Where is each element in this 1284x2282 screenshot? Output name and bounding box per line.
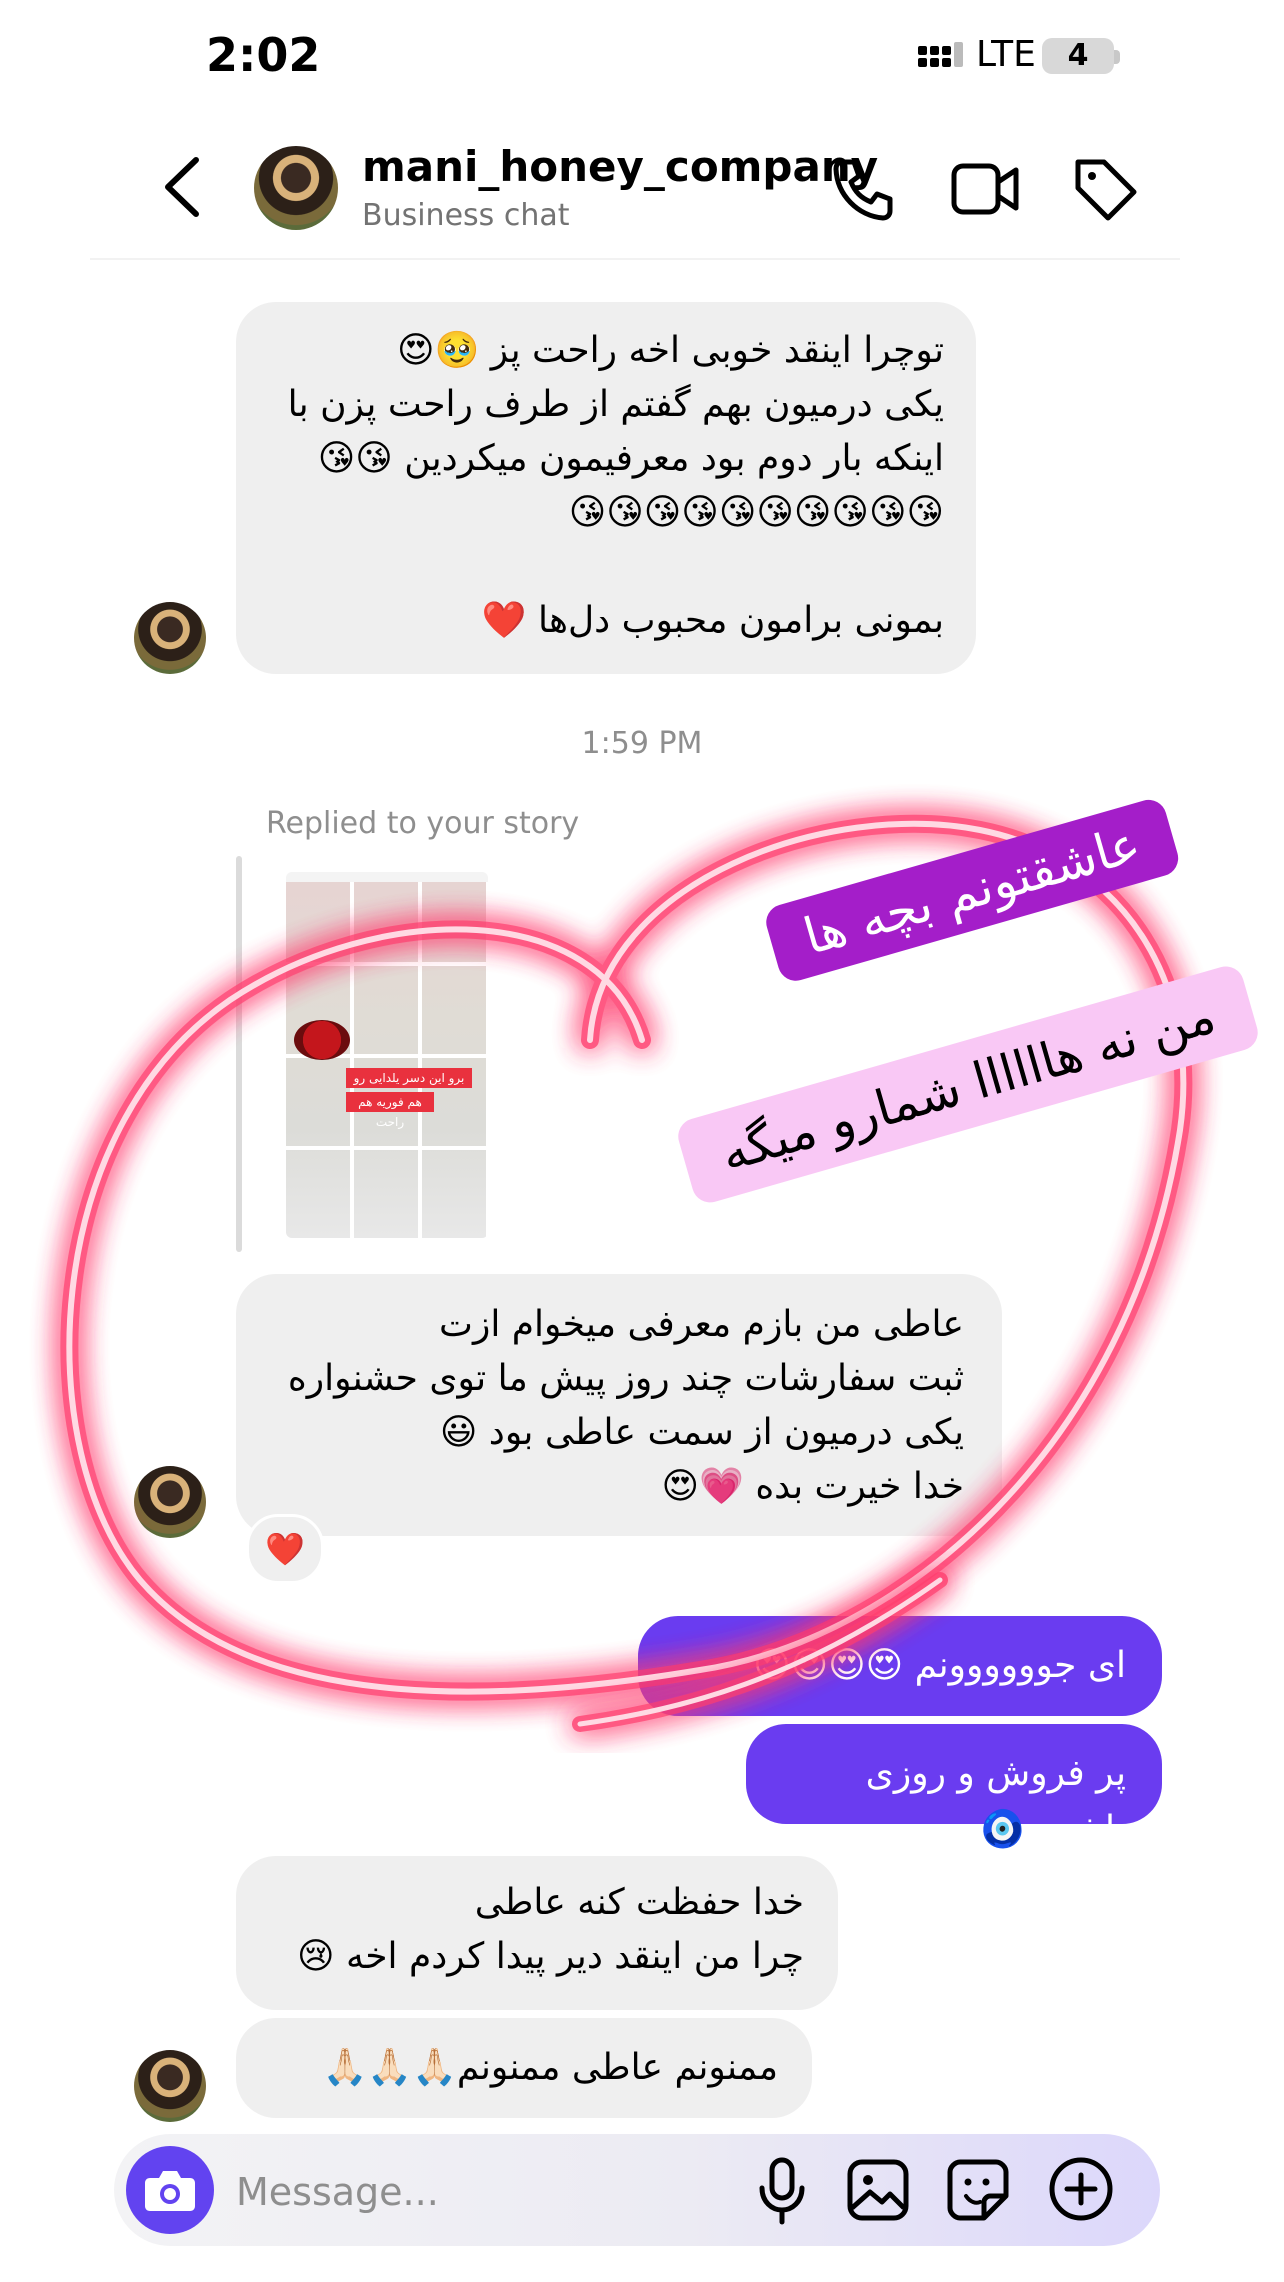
replied-to-story-label: Replied to your story — [266, 806, 580, 841]
avatar[interactable] — [254, 146, 338, 230]
outgoing-message[interactable]: پر فروش و روزی باشین 🧿 — [746, 1724, 1162, 1850]
story-dessert-image — [294, 1020, 350, 1060]
mic-icon[interactable] — [752, 2156, 812, 2226]
reply-bar — [236, 856, 242, 1252]
story-tag: برو این دسر یلدایی رو ببین اول — [346, 1068, 472, 1105]
text-sticker: عاشقتونم بچه ها — [762, 795, 1183, 985]
chat-title[interactable]: mani_honey_company — [362, 142, 878, 191]
plus-icon[interactable] — [1048, 2156, 1114, 2222]
message-input[interactable] — [234, 2160, 718, 2224]
sender-avatar[interactable] — [134, 1466, 206, 1538]
camera-icon — [145, 2171, 195, 2211]
text-sticker: من نه هاااااا شمارو میگه — [674, 962, 1262, 1207]
video-icon[interactable] — [950, 154, 1020, 224]
phone-icon[interactable] — [828, 154, 898, 224]
tag-icon[interactable] — [1070, 154, 1140, 224]
battery-nub — [1114, 50, 1120, 64]
network-type: LTE — [976, 34, 1036, 75]
incoming-message[interactable]: ممنونم عاطی ممنونم🙏🏻🙏🏻🙏🏻 — [236, 2018, 812, 2118]
gallery-icon[interactable] — [846, 2158, 910, 2222]
incoming-message[interactable]: عاطی من بازم معرفی میخوام ازت ثبت سفارشا… — [236, 1274, 1002, 1536]
back-icon[interactable] — [162, 156, 202, 218]
battery-level: 4 — [1067, 38, 1089, 73]
chat-subtitle: Business chat — [362, 198, 570, 233]
status-time: 2:02 — [206, 28, 321, 82]
story-tag: هم فوریه هم راحت — [346, 1092, 434, 1129]
incoming-message[interactable]: توچرا اینقد خوبی اخه راحت پز 🥹😍 یکی درمی… — [236, 302, 976, 674]
sender-avatar[interactable] — [134, 2050, 206, 2122]
sender-avatar[interactable] — [134, 602, 206, 674]
header-divider — [90, 258, 1180, 260]
camera-button[interactable] — [126, 2146, 214, 2234]
incoming-message[interactable]: خدا حفظت کنه عاطی چرا من اینقد دیر پیدا … — [236, 1856, 838, 2010]
message-reaction[interactable]: ❤️ — [246, 1514, 324, 1584]
timestamp: 1:59 PM — [581, 726, 703, 761]
sticker-icon[interactable] — [946, 2158, 1010, 2222]
outgoing-message[interactable]: ای جوووووونم 😍😍😍😍 — [638, 1616, 1162, 1716]
